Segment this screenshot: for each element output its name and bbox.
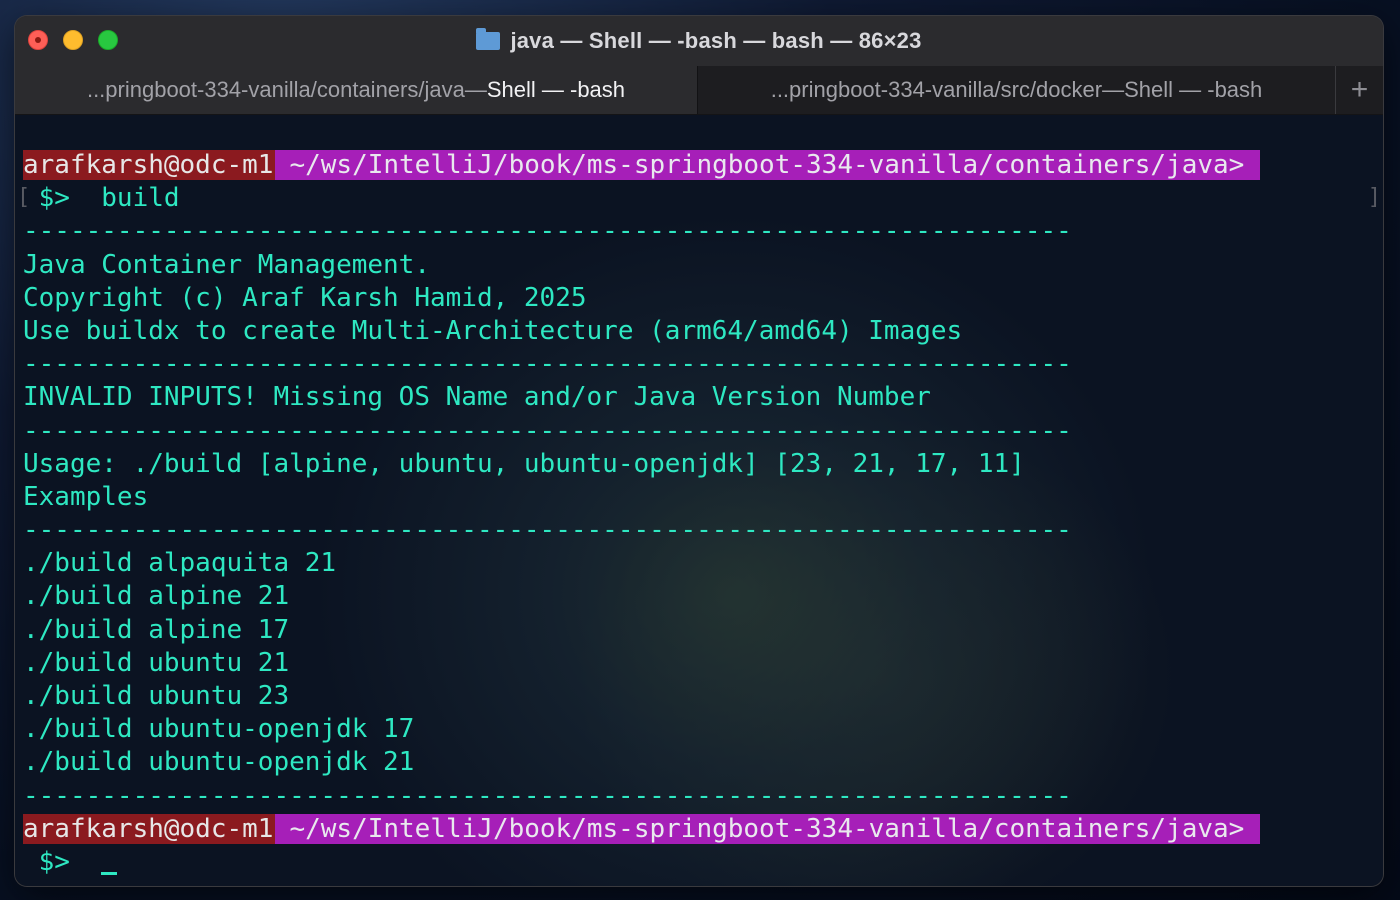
prompt-user: arafkarsh@odc-m1: [23, 150, 276, 180]
prompt-line: arafkarsh@odc-m1 ~/ws/IntelliJ/book/ms-sp…: [23, 813, 1261, 846]
example-line: ./build alpine 21: [23, 581, 290, 612]
output-line: Java Container Management.: [23, 249, 430, 280]
prompt-dollar: $>: [23, 846, 70, 877]
prompt-user: arafkarsh@odc-m1: [23, 813, 276, 844]
example-line: ./build ubuntu 23: [23, 681, 290, 711]
terminal-window: java — Shell — -bash — bash — 86×23 ...p…: [15, 16, 1383, 886]
tab-bar: ...pringboot-334-vanilla/containers/java…: [15, 66, 1383, 115]
command-text: build: [69, 183, 180, 214]
command-line: $> build: [23, 182, 1260, 215]
tab-src-docker[interactable]: ...pringboot-334-vanilla/src/docker — Sh…: [697, 66, 1335, 114]
terminal-output[interactable]: [ ] arafkarsh@odc-m1 ~/ws/IntelliJ/book/m…: [15, 115, 1383, 886]
example-line: ./build ubuntu-openjdk 21: [23, 747, 415, 778]
output-line: Copyright (c) Araf Karsh Hamid, 2025: [23, 282, 587, 313]
divider-line: ----------------------------------------…: [23, 216, 1072, 247]
window-title: java — Shell — -bash — bash — 86×23: [15, 28, 1383, 54]
tab-path: ...pringboot-334-vanilla/src/docker: [770, 77, 1103, 102]
example-line: ./build alpaquita 21: [23, 548, 337, 579]
divider-line: ----------------------------------------…: [23, 780, 1072, 811]
mark-bracket-right: ]: [1367, 185, 1381, 210]
example-line: ./build alpine 17: [23, 614, 290, 645]
tab-path: ...pringboot-334-vanilla/containers/java: [86, 77, 465, 102]
divider-line: ----------------------------------------…: [23, 415, 1072, 446]
prompt-path: ~/ws/IntelliJ/book/ms-springboot-334-van…: [275, 813, 1261, 844]
usage-line: Usage: ./build [alpine, ubuntu, ubuntu-o…: [23, 448, 1025, 479]
window-title-text: java — Shell — -bash — bash — 86×23: [510, 28, 922, 53]
prompt-line: arafkarsh@odc-m1 ~/ws/IntelliJ/book/ms-sp…: [23, 149, 1261, 182]
tab-separator: —: [1102, 77, 1125, 102]
command-line[interactable]: $>: [23, 846, 1260, 879]
new-tab-button[interactable]: +: [1335, 66, 1383, 114]
examples-label: Examples: [23, 481, 149, 512]
divider-line: ----------------------------------------…: [23, 515, 1072, 546]
tab-containers-java[interactable]: ...pringboot-334-vanilla/containers/java…: [15, 66, 697, 114]
output-line: Use buildx to create Multi-Architecture …: [23, 315, 963, 346]
prompt-path: ~/ws/IntelliJ/book/ms-springboot-334-van…: [275, 150, 1261, 180]
prompt-dollar: $>: [23, 183, 70, 214]
error-line: INVALID INPUTS! Missing OS Name and/or J…: [23, 382, 931, 413]
tab-name: Shell — -bash: [1124, 77, 1263, 102]
command-input[interactable]: [70, 847, 101, 877]
cursor: [101, 871, 118, 875]
title-bar[interactable]: java — Shell — -bash — bash — 86×23: [15, 16, 1383, 66]
divider-line: ----------------------------------------…: [23, 349, 1072, 380]
plus-icon: +: [1350, 73, 1369, 106]
example-line: ./build ubuntu-openjdk 17: [23, 714, 415, 745]
tab-name: Shell — -bash: [486, 77, 626, 102]
tab-separator: —: [464, 77, 487, 102]
example-line: ./build ubuntu 21: [23, 647, 290, 678]
folder-icon: [476, 28, 501, 50]
